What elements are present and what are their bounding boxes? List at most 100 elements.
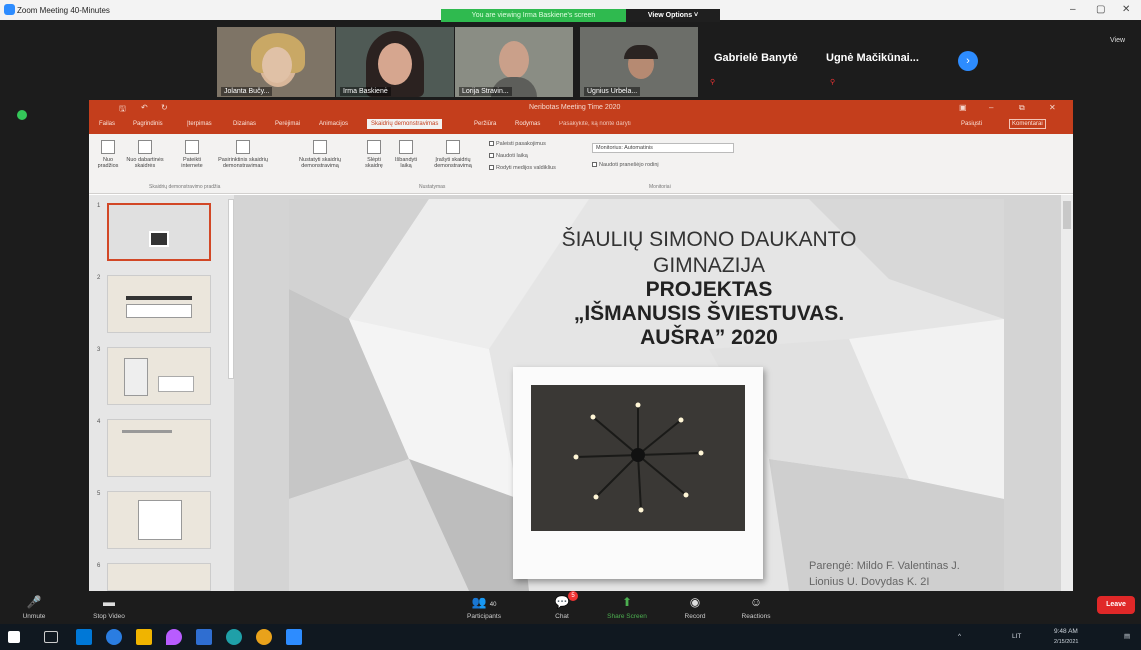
thumbnail-image [124,358,148,396]
slide-title-line: ŠIAULIŲ SIMONO DAUKANTO [561,228,857,251]
media-controls-checkbox[interactable]: Rodyti medijos valdiklius [489,165,556,171]
rehearse-timings-button[interactable]: Išbandyti laiką [391,140,421,169]
next-participants-button[interactable]: › [958,51,978,71]
maximize-icon[interactable]: ▢ [1096,4,1105,15]
participant-name-card[interactable]: Gabrielė Banytė [714,52,798,64]
slide-thumbnail-2[interactable] [107,275,211,333]
slide-number: 6 [97,563,101,569]
slide-thumbnail-4[interactable] [107,419,211,477]
participant-video[interactable]: Irma Baskienė [336,27,454,97]
restore-icon[interactable]: ⧉ [1019,103,1025,113]
tab-home[interactable]: Pagrindinis [133,121,163,127]
participant-name-card[interactable]: Ugnė Mačikūnai... [826,52,919,64]
app-icon[interactable] [106,629,122,645]
participants-button[interactable]: 👥 40 Participants [457,595,511,620]
chrome-icon[interactable] [256,629,272,645]
minimize-icon[interactable]: – [989,103,993,112]
record-icon [446,140,460,154]
reactions-button[interactable]: ☺ Reactions [736,595,776,620]
muted-mic-icon: ⚲ [710,79,716,86]
participant-video[interactable]: Jolanta Bučy... [217,27,335,97]
stop-video-button[interactable]: ▬ Stop Video [86,595,132,620]
tab-file[interactable]: Failas [99,121,115,127]
share-screen-button[interactable]: ⬆ Share Screen [602,595,652,620]
minimize-icon[interactable]: – [1070,4,1076,15]
windows-taskbar: ^ LIT 9:48 AM 2/15/2021 ▤ [0,624,1141,650]
file-explorer-icon[interactable] [136,629,152,645]
hide-slide-button[interactable]: Slėpti skaidrę [361,140,387,169]
participant-name: Ugnius Urbela... [584,87,641,96]
slide-thumbnail-3[interactable] [107,347,211,405]
setup-slideshow-button[interactable]: Nustatyti skaidrių demonstravimą [285,140,355,169]
comments-button[interactable]: Komentarai [1009,119,1046,129]
checkbox-icon [592,162,597,167]
view-button[interactable]: View [1110,37,1125,44]
tab-view[interactable]: Rodymas [515,121,540,127]
slide-number: 3 [97,347,101,353]
tell-me-search[interactable]: Pasakykite, ką norite daryti [559,121,631,127]
ribbon-display-icon[interactable]: ▣ [959,103,967,112]
from-beginning-button[interactable]: Nuo pradžios [93,140,123,169]
tab-design[interactable]: Dizainas [233,121,256,127]
play-narrations-checkbox[interactable]: Paleisti pasakojimus [489,141,546,147]
timer-icon [399,140,413,154]
windows-start-icon[interactable] [8,631,20,643]
tab-transitions[interactable]: Perėjimai [275,121,300,127]
button-label: Nuo pradžios [97,157,119,169]
slide-thumbnail-6[interactable] [107,563,211,591]
close-icon[interactable]: ✕ [1049,103,1056,112]
presenter-view-checkbox[interactable]: Naudoti pranešėjo rodinį [592,162,659,168]
group-label: Monitoriai [649,184,671,190]
button-label: Chat [555,613,569,620]
custom-slideshow-button[interactable]: Pasirinktinis skaidrių demonstravimas [215,140,271,169]
present-online-button[interactable]: Pateikti internete [175,140,209,169]
clock-date[interactable]: 2/15/2021 [1054,639,1078,645]
zoom-logo-icon [4,4,15,15]
notifications-icon[interactable]: ▤ [1124,632,1130,640]
button-label: Share Screen [607,613,647,620]
record-button[interactable]: ◉ Record [680,595,710,620]
thumbnail-box [158,376,194,392]
tab-slideshow[interactable]: Skaidrių demonstravimas [367,119,443,129]
language-indicator[interactable]: LIT [1012,633,1021,640]
ribbon-tabs: Failas Pagrindinis Įterpimas Dizainas Pe… [89,116,1073,134]
use-timings-checkbox[interactable]: Naudoti laiką [489,153,528,159]
scrollbar-thumb[interactable] [1063,201,1071,229]
current-slide[interactable]: ŠIAULIŲ SIMONO DAUKANTO GIMNAZIJA PROJEK… [289,199,1004,591]
zoom-app-icon[interactable] [286,629,302,645]
save-icon[interactable]: 🖫 [119,103,126,117]
edge-icon[interactable] [226,629,242,645]
leave-button[interactable]: Leave [1097,596,1135,614]
editor-scrollbar[interactable] [1061,195,1073,591]
tab-review[interactable]: Peržiūra [474,121,496,127]
participant-video[interactable]: Ugnius Urbela... [580,27,698,97]
document-title: Neribotas Meeting Time 2020 [529,104,621,111]
view-options-button[interactable]: View Options ˅ [626,9,720,22]
from-current-button[interactable]: Nuo dabartinės skaidrės [125,140,165,169]
tab-insert[interactable]: Įterpimas [187,121,212,127]
custom-slideshow-icon [236,140,250,154]
app-icon[interactable] [76,629,92,645]
record-slideshow-button[interactable]: Įrašyti skaidrių demonstravimą [425,140,481,169]
tray-chevron-icon[interactable]: ^ [958,633,961,640]
close-icon[interactable]: ✕ [1122,4,1130,15]
unmute-button[interactable]: 🎤 Unmute [14,595,54,620]
group-label: Nustatymas [419,184,446,190]
checkbox-icon [489,153,494,158]
share-button[interactable]: Pasiųsti [961,121,982,127]
monitor-dropdown[interactable]: Monitorius: Automatinis [592,143,734,153]
undo-icon[interactable]: ↶ [141,103,148,112]
tab-animations[interactable]: Animacijos [319,121,348,127]
redo-icon[interactable]: ↻ [161,103,168,112]
button-label: Nustatyti skaidrių demonstravimą [299,157,341,169]
slide-number: 4 [97,419,101,425]
slide-thumbnail-1[interactable] [107,203,211,261]
app-icon[interactable] [166,629,182,645]
share-screen-icon: ⬆ [621,595,633,609]
muted-mic-icon: ⚲ [830,79,836,86]
participant-video[interactable]: Lorija Stravin... [455,27,573,97]
slide-thumbnail-5[interactable] [107,491,211,549]
word-icon[interactable] [196,629,212,645]
task-view-icon[interactable] [44,631,58,643]
clock-time[interactable]: 9:48 AM [1054,628,1078,635]
